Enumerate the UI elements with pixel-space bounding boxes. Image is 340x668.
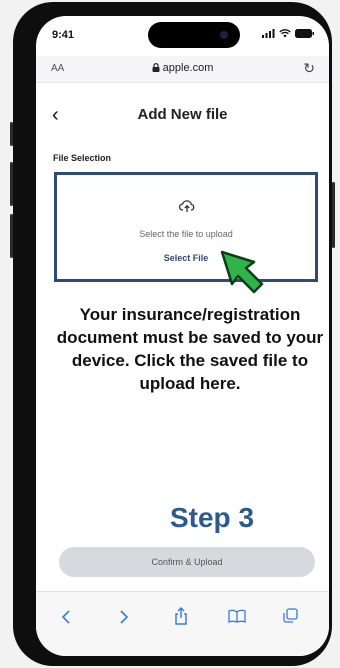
- url-text: apple.com: [162, 62, 214, 74]
- file-drop-zone[interactable]: Select the file to upload Select File: [54, 172, 318, 282]
- page-title: Add New file: [137, 106, 228, 123]
- dynamic-island: [148, 22, 240, 48]
- battery-icon: [295, 29, 314, 38]
- camera-dot: [220, 31, 228, 39]
- confirm-upload-button[interactable]: Confirm & Upload: [59, 547, 315, 577]
- section-label: File Selection: [53, 153, 112, 163]
- power-button: [332, 182, 335, 248]
- select-file-link[interactable]: Select File: [57, 253, 315, 263]
- screen: 9:41 AA apple.com ↻ ‹ Add New file File …: [36, 16, 329, 656]
- volume-down-button: [10, 214, 13, 258]
- instructions-text: Your insurance/registration document mus…: [56, 305, 324, 393]
- status-bar: 9:41: [36, 16, 329, 56]
- address-field[interactable]: apple.com: [36, 62, 329, 74]
- forward-nav-icon[interactable]: [119, 610, 129, 624]
- url-bar[interactable]: AA apple.com ↻: [36, 56, 329, 83]
- wifi-icon: [279, 29, 291, 38]
- status-icons: [262, 29, 315, 38]
- step-label: Step 3: [169, 502, 255, 533]
- tabs-icon[interactable]: [283, 608, 298, 623]
- bookmarks-icon[interactable]: [228, 609, 246, 623]
- cloud-upload-icon: [179, 200, 195, 212]
- lock-icon: [152, 62, 163, 74]
- side-button: [10, 122, 13, 146]
- volume-up-button: [10, 162, 13, 206]
- back-nav-icon[interactable]: [61, 610, 71, 624]
- signal-icon: [262, 29, 275, 38]
- upload-hint: Select the file to upload: [139, 229, 233, 239]
- page-header: ‹ Add New file: [36, 104, 329, 130]
- pointer-arrow-icon: [220, 250, 264, 294]
- browser-toolbar: [36, 591, 329, 656]
- reload-icon[interactable]: ↻: [303, 60, 315, 77]
- status-time: 9:41: [52, 29, 75, 41]
- share-icon[interactable]: [174, 607, 188, 625]
